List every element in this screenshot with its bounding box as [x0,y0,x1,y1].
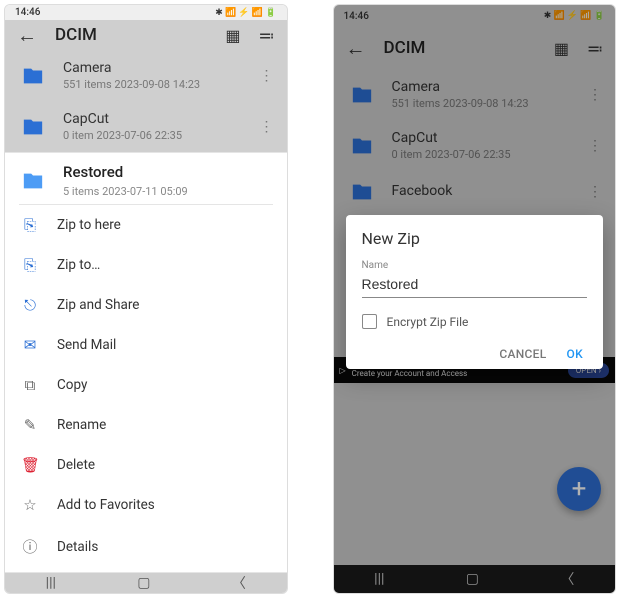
action-label: Details [57,539,98,555]
encrypt-label: Encrypt Zip File [387,315,469,329]
zip-name-input[interactable] [362,273,588,298]
nav-bar: ||| ▢ 〈 [5,573,287,593]
action-icon: ✎ [21,416,39,434]
cancel-button[interactable]: CANCEL [499,347,546,361]
ok-button[interactable]: OK [567,347,583,361]
action-label: Zip and Share [57,297,139,313]
action-copy[interactable]: ⧉ Copy [5,365,287,405]
grid-view-icon[interactable]: ▦ [225,26,240,45]
action-label: Send Mail [57,337,116,353]
context-menu-panel: Restored 5 items 2023-07-11 05:09 ⎘ Zip t… [5,152,287,573]
action-zip-to-[interactable]: ⎘ Zip to… [5,245,287,285]
status-bar: 14:46 ✱ 📶 ⚡ 📶 🔋 [5,5,287,20]
status-icons: ✱ 📶 ⚡ 📶 🔋 [215,8,276,18]
folder-icon [19,65,47,87]
sort-icon[interactable]: ≕ [259,26,275,45]
selected-folder: Restored 5 items 2023-07-11 05:09 [5,153,287,204]
dialog-title: New Zip [362,229,588,248]
action-delete[interactable]: 🗑 Delete [5,445,287,485]
action-label: Rename [57,417,106,433]
selected-name: Restored [63,163,273,181]
action-label: Add to Favorites [57,497,155,513]
action-icon: ⎘ [21,216,39,234]
overflow-icon[interactable]: ⋮ [260,119,273,135]
recents-button[interactable]: ||| [46,575,56,591]
folder-icon [19,170,47,192]
new-zip-dialog: New Zip Name Encrypt Zip File CANCEL OK [346,215,604,369]
checkbox-icon[interactable] [362,314,377,329]
phone-right: 14:46 ✱ 📶 ⚡ 📶 🔋 ← DCIM ▦ ≕ Camera551 ite… [333,4,617,594]
phone-left: 14:46 ✱ 📶 ⚡ 📶 🔋 ← DCIM ▦ ≕ Camera 551 it… [4,4,288,594]
action-send-mail[interactable]: ✉ Send Mail [5,325,287,365]
encrypt-checkbox-row[interactable]: Encrypt Zip File [362,314,588,329]
action-icon: ☆ [21,496,39,514]
action-label: Zip to… [57,257,100,273]
status-time: 14:46 [15,7,40,18]
dialog-field-label: Name [362,260,588,271]
action-label: Zip to here [57,217,121,233]
action-icon: ✉ [21,336,39,354]
action-zip-to-here[interactable]: ⎘ Zip to here [5,205,287,245]
action-details[interactable]: ⓘ Details [5,525,287,568]
action-add-to-favorites[interactable]: ☆ Add to Favorites [5,485,287,525]
back-icon[interactable]: ← [17,23,37,48]
folder-name: Camera [63,60,244,76]
action-icon: ⎋ [21,296,39,314]
action-icon: ⓘ [21,536,39,557]
folder-name: CapCut [63,111,244,127]
action-icon: ⧉ [21,376,39,394]
selected-meta: 5 items 2023-07-11 05:09 [63,185,273,198]
home-button[interactable]: ▢ [137,575,150,591]
action-icon: 🗑 [21,456,39,474]
action-label: Delete [57,457,95,473]
action-rename[interactable]: ✎ Rename [5,405,287,445]
folder-meta: 0 item 2023-07-06 22:35 [63,129,244,142]
folder-row[interactable]: Camera 551 items 2023-09-08 14:23 ⋮ [5,50,287,101]
overflow-icon[interactable]: ⋮ [260,68,273,84]
folder-meta: 551 items 2023-09-08 14:23 [63,78,244,91]
action-label: Copy [57,377,87,393]
folder-icon [19,116,47,138]
folder-row[interactable]: CapCut 0 item 2023-07-06 22:35 ⋮ [5,101,287,152]
back-button[interactable]: 〈 [232,573,246,593]
page-title: DCIM [55,25,207,45]
action-icon: ⎘ [21,256,39,274]
action-zip-and-share[interactable]: ⎋ Zip and Share [5,285,287,325]
app-header: ← DCIM ▦ ≕ [5,20,287,50]
